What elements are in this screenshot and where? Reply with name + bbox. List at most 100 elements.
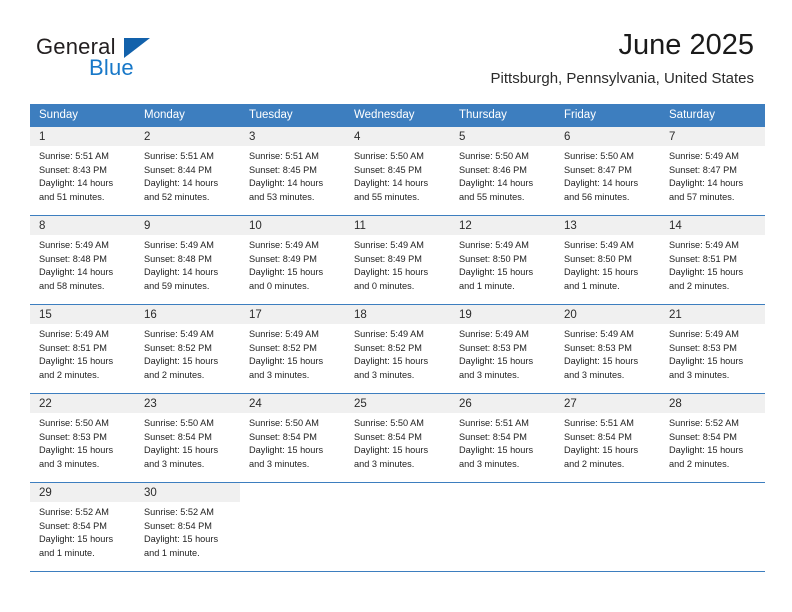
day-number-band bbox=[240, 483, 345, 502]
day-cell[interactable]: 3 Sunrise: 5:51 AM Sunset: 8:45 PM Dayli… bbox=[240, 127, 345, 215]
day-number-band: 23 bbox=[135, 394, 240, 413]
day-number-band bbox=[450, 483, 555, 502]
daylight-line-2: and 0 minutes. bbox=[249, 280, 310, 291]
daylight-line-2: and 3 minutes. bbox=[459, 458, 520, 469]
day-details: Sunrise: 5:49 AM Sunset: 8:53 PM Dayligh… bbox=[555, 324, 660, 382]
day-number: 9 bbox=[144, 220, 151, 232]
day-number-band: 20 bbox=[555, 305, 660, 324]
day-details: Sunrise: 5:49 AM Sunset: 8:53 PM Dayligh… bbox=[450, 324, 555, 382]
day-details: Sunrise: 5:49 AM Sunset: 8:52 PM Dayligh… bbox=[135, 324, 240, 382]
day-number-band: 26 bbox=[450, 394, 555, 413]
sunrise-line: Sunrise: 5:49 AM bbox=[354, 329, 424, 339]
day-number: 8 bbox=[39, 220, 46, 232]
day-cell[interactable]: 29 Sunrise: 5:52 AM Sunset: 8:54 PM Dayl… bbox=[30, 483, 135, 571]
day-cell[interactable]: 25 Sunrise: 5:50 AM Sunset: 8:54 PM Dayl… bbox=[345, 394, 450, 482]
daylight-line-2: and 1 minute. bbox=[39, 547, 95, 558]
day-cell[interactable]: 13 Sunrise: 5:49 AM Sunset: 8:50 PM Dayl… bbox=[555, 216, 660, 304]
day-cell[interactable]: 15 Sunrise: 5:49 AM Sunset: 8:51 PM Dayl… bbox=[30, 305, 135, 393]
day-cell[interactable]: 11 Sunrise: 5:49 AM Sunset: 8:49 PM Dayl… bbox=[345, 216, 450, 304]
day-cell[interactable]: 18 Sunrise: 5:49 AM Sunset: 8:52 PM Dayl… bbox=[345, 305, 450, 393]
day-cell[interactable]: 30 Sunrise: 5:52 AM Sunset: 8:54 PM Dayl… bbox=[135, 483, 240, 571]
day-cell[interactable]: 16 Sunrise: 5:49 AM Sunset: 8:52 PM Dayl… bbox=[135, 305, 240, 393]
general-blue-logo[interactable]: General Blue bbox=[36, 34, 216, 84]
day-cell[interactable]: 4 Sunrise: 5:50 AM Sunset: 8:45 PM Dayli… bbox=[345, 127, 450, 215]
day-details: Sunrise: 5:50 AM Sunset: 8:53 PM Dayligh… bbox=[30, 413, 135, 471]
day-number: 29 bbox=[39, 487, 52, 499]
day-cell[interactable]: 27 Sunrise: 5:51 AM Sunset: 8:54 PM Dayl… bbox=[555, 394, 660, 482]
day-cell[interactable]: 7 Sunrise: 5:49 AM Sunset: 8:47 PM Dayli… bbox=[660, 127, 765, 215]
sunrise-line: Sunrise: 5:49 AM bbox=[669, 151, 739, 161]
weekday-header-tuesday: Tuesday bbox=[249, 109, 293, 121]
day-cell-empty bbox=[240, 483, 345, 571]
day-cell[interactable]: 23 Sunrise: 5:50 AM Sunset: 8:54 PM Dayl… bbox=[135, 394, 240, 482]
daylight-line-2: and 58 minutes. bbox=[39, 280, 105, 291]
day-number-band: 17 bbox=[240, 305, 345, 324]
day-number: 26 bbox=[459, 398, 472, 410]
week-row: 22 Sunrise: 5:50 AM Sunset: 8:53 PM Dayl… bbox=[30, 393, 765, 482]
daylight-line-1: Daylight: 14 hours bbox=[144, 178, 219, 189]
sunrise-line: Sunrise: 5:49 AM bbox=[564, 329, 634, 339]
daylight-line-1: Daylight: 15 hours bbox=[669, 267, 744, 278]
sunset-line: Sunset: 8:52 PM bbox=[354, 342, 422, 353]
sunset-line: Sunset: 8:44 PM bbox=[144, 164, 212, 175]
day-number-band: 22 bbox=[30, 394, 135, 413]
day-number-band: 3 bbox=[240, 127, 345, 146]
day-details: Sunrise: 5:49 AM Sunset: 8:53 PM Dayligh… bbox=[660, 324, 765, 382]
sunset-line: Sunset: 8:45 PM bbox=[354, 164, 422, 175]
day-cell[interactable]: 8 Sunrise: 5:49 AM Sunset: 8:48 PM Dayli… bbox=[30, 216, 135, 304]
daylight-line-2: and 3 minutes. bbox=[459, 369, 520, 380]
sunset-line: Sunset: 8:47 PM bbox=[564, 164, 632, 175]
day-cell[interactable]: 22 Sunrise: 5:50 AM Sunset: 8:53 PM Dayl… bbox=[30, 394, 135, 482]
day-details: Sunrise: 5:50 AM Sunset: 8:45 PM Dayligh… bbox=[345, 146, 450, 204]
sunrise-line: Sunrise: 5:51 AM bbox=[564, 418, 634, 428]
day-cell[interactable]: 6 Sunrise: 5:50 AM Sunset: 8:47 PM Dayli… bbox=[555, 127, 660, 215]
day-cell[interactable]: 1 Sunrise: 5:51 AM Sunset: 8:43 PM Dayli… bbox=[30, 127, 135, 215]
daylight-line-2: and 3 minutes. bbox=[564, 369, 625, 380]
day-number-band: 14 bbox=[660, 216, 765, 235]
daylight-line-1: Daylight: 15 hours bbox=[459, 267, 534, 278]
sunset-line: Sunset: 8:49 PM bbox=[249, 253, 317, 264]
day-cell[interactable]: 5 Sunrise: 5:50 AM Sunset: 8:46 PM Dayli… bbox=[450, 127, 555, 215]
daylight-line-2: and 2 minutes. bbox=[39, 369, 100, 380]
day-cell[interactable]: 19 Sunrise: 5:49 AM Sunset: 8:53 PM Dayl… bbox=[450, 305, 555, 393]
day-details: Sunrise: 5:50 AM Sunset: 8:47 PM Dayligh… bbox=[555, 146, 660, 204]
day-details: Sunrise: 5:49 AM Sunset: 8:50 PM Dayligh… bbox=[555, 235, 660, 293]
weekday-header-saturday: Saturday bbox=[669, 109, 716, 121]
weekday-header-friday: Friday bbox=[564, 109, 596, 121]
day-cell[interactable]: 28 Sunrise: 5:52 AM Sunset: 8:54 PM Dayl… bbox=[660, 394, 765, 482]
day-details: Sunrise: 5:49 AM Sunset: 8:49 PM Dayligh… bbox=[240, 235, 345, 293]
sunset-line: Sunset: 8:53 PM bbox=[669, 342, 737, 353]
day-cell[interactable]: 10 Sunrise: 5:49 AM Sunset: 8:49 PM Dayl… bbox=[240, 216, 345, 304]
day-cell[interactable]: 26 Sunrise: 5:51 AM Sunset: 8:54 PM Dayl… bbox=[450, 394, 555, 482]
day-cell[interactable]: 14 Sunrise: 5:49 AM Sunset: 8:51 PM Dayl… bbox=[660, 216, 765, 304]
day-cell[interactable]: 9 Sunrise: 5:49 AM Sunset: 8:48 PM Dayli… bbox=[135, 216, 240, 304]
day-number: 11 bbox=[354, 220, 366, 232]
daylight-line-1: Daylight: 15 hours bbox=[39, 445, 114, 456]
day-number: 18 bbox=[354, 309, 367, 321]
day-cell[interactable]: 21 Sunrise: 5:49 AM Sunset: 8:53 PM Dayl… bbox=[660, 305, 765, 393]
daylight-line-2: and 0 minutes. bbox=[354, 280, 415, 291]
day-number: 20 bbox=[564, 309, 577, 321]
day-cell[interactable]: 2 Sunrise: 5:51 AM Sunset: 8:44 PM Dayli… bbox=[135, 127, 240, 215]
sunrise-line: Sunrise: 5:51 AM bbox=[144, 151, 214, 161]
calendar-grid: Sunday Monday Tuesday Wednesday Thursday… bbox=[30, 104, 765, 572]
day-cell[interactable]: 12 Sunrise: 5:49 AM Sunset: 8:50 PM Dayl… bbox=[450, 216, 555, 304]
day-details: Sunrise: 5:51 AM Sunset: 8:45 PM Dayligh… bbox=[240, 146, 345, 204]
day-number-band: 4 bbox=[345, 127, 450, 146]
day-cell[interactable]: 24 Sunrise: 5:50 AM Sunset: 8:54 PM Dayl… bbox=[240, 394, 345, 482]
day-number-band: 9 bbox=[135, 216, 240, 235]
sunrise-line: Sunrise: 5:52 AM bbox=[39, 507, 109, 517]
day-number: 19 bbox=[459, 309, 472, 321]
daylight-line-1: Daylight: 14 hours bbox=[39, 267, 114, 278]
day-cell[interactable]: 17 Sunrise: 5:49 AM Sunset: 8:52 PM Dayl… bbox=[240, 305, 345, 393]
day-cell[interactable]: 20 Sunrise: 5:49 AM Sunset: 8:53 PM Dayl… bbox=[555, 305, 660, 393]
day-number-band: 13 bbox=[555, 216, 660, 235]
sunset-line: Sunset: 8:50 PM bbox=[564, 253, 632, 264]
day-number-band: 12 bbox=[450, 216, 555, 235]
day-details: Sunrise: 5:50 AM Sunset: 8:54 PM Dayligh… bbox=[345, 413, 450, 471]
sunrise-line: Sunrise: 5:49 AM bbox=[249, 240, 319, 250]
day-details: Sunrise: 5:51 AM Sunset: 8:54 PM Dayligh… bbox=[450, 413, 555, 471]
day-number: 28 bbox=[669, 398, 682, 410]
day-number-band: 25 bbox=[345, 394, 450, 413]
day-number-band: 8 bbox=[30, 216, 135, 235]
